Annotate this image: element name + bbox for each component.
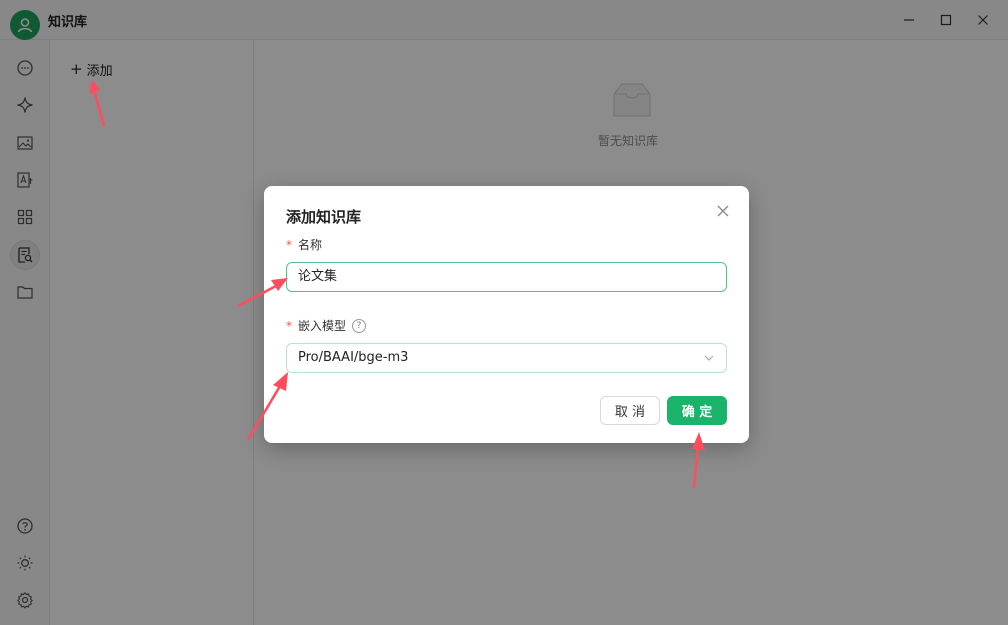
dialog-close-button[interactable] <box>713 201 733 221</box>
embedding-model-select[interactable]: Pro/BAAI/bge-m3 <box>286 343 727 373</box>
confirm-button[interactable]: 确 定 <box>667 396 727 425</box>
model-field-label: * 嵌入模型 ? <box>286 317 367 334</box>
cancel-button[interactable]: 取 消 <box>600 396 660 425</box>
name-field-label: * 名称 <box>286 236 322 253</box>
chevron-down-icon <box>704 355 714 361</box>
required-marker: * <box>286 318 292 333</box>
embedding-model-value: Pro/BAAI/bge-m3 <box>298 350 409 365</box>
model-label-text: 嵌入模型 <box>298 319 347 333</box>
name-label-text: 名称 <box>298 238 323 252</box>
help-tooltip-icon[interactable]: ? <box>352 318 367 333</box>
close-icon <box>717 205 729 217</box>
add-knowledge-dialog: 添加知识库 * 名称 论文集 * 嵌入模型 ? Pro/BAAI/bge-m3 … <box>264 186 749 443</box>
required-marker: * <box>286 237 292 252</box>
dialog-title: 添加知识库 <box>286 208 362 226</box>
name-input[interactable]: 论文集 <box>286 262 727 292</box>
